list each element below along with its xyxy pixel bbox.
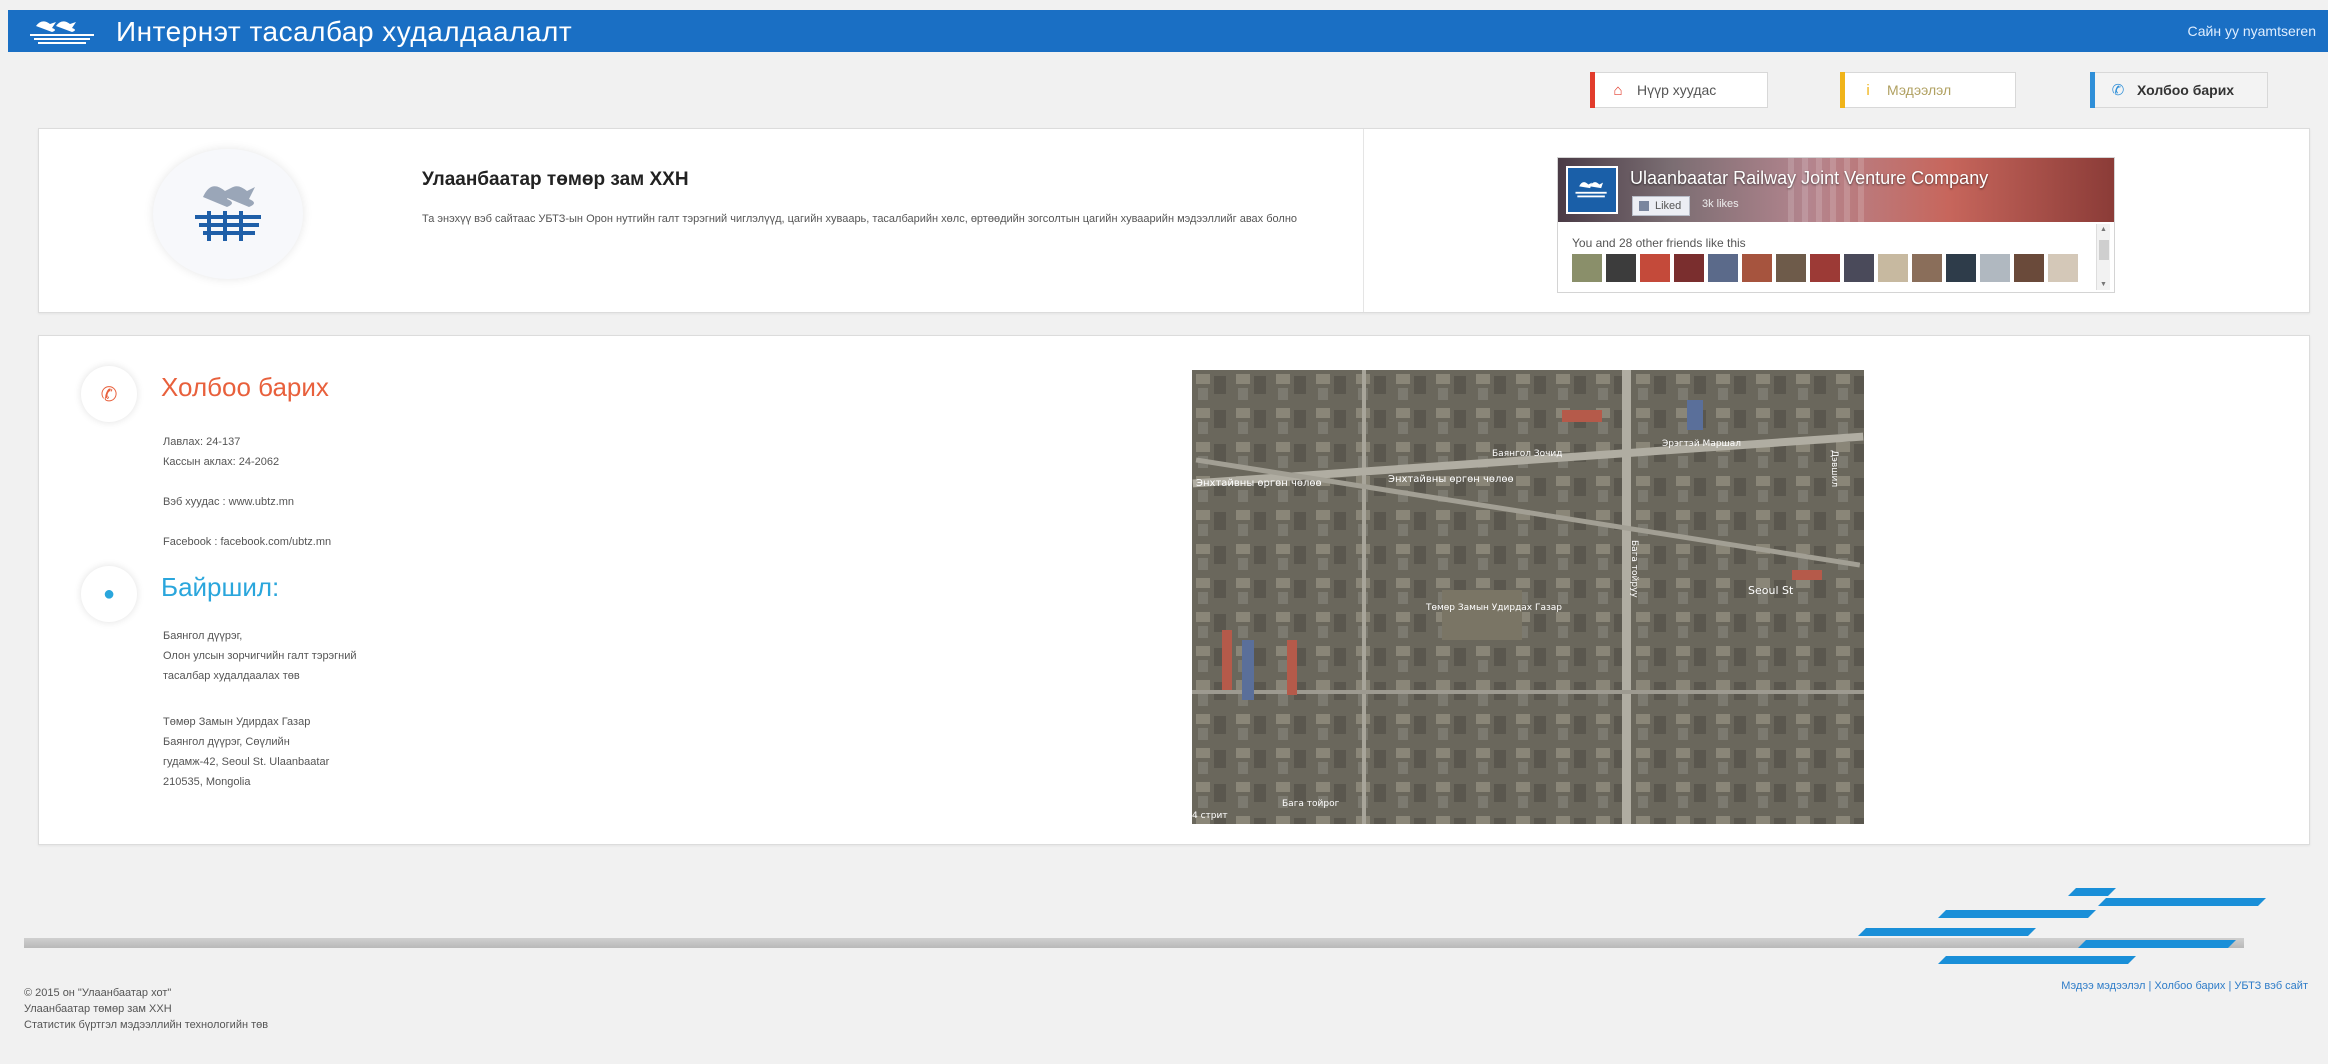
- map-label: Seoul St: [1748, 584, 1794, 597]
- footer-line: Статистик бүртгэл мэдээллийн технологийн…: [24, 1019, 269, 1031]
- contact-phone: Лавлах: 24-137: [163, 436, 241, 448]
- scroll-down-icon[interactable]: ▼: [2100, 281, 2107, 288]
- facebook-friend-avatar[interactable]: [1980, 254, 2010, 282]
- location-line: Олон улсын зорчигчийн галт тэрэгний: [163, 650, 357, 662]
- facebook-scrollbar[interactable]: ▲ ▼: [2096, 224, 2110, 290]
- organization-logo: [153, 149, 303, 279]
- map-label: Дэвшил: [1829, 450, 1839, 487]
- organization-title: Улаанбаатар төмөр зам ХХН: [422, 169, 689, 190]
- nav-info-label: Мэдээлэл: [1887, 82, 1952, 98]
- ubtz-emblem-icon: [195, 186, 261, 241]
- ubtz-small-logo-icon: [1575, 182, 1607, 198]
- location-address-1: Баянгол дүүрэг, Олон улсын зорчигчийн га…: [163, 626, 357, 686]
- facebook-friend-avatars: [1572, 254, 2078, 282]
- map-label: Эрэгтэй Маршал: [1662, 439, 1741, 449]
- contact-section-title: Холбоо барих: [161, 372, 329, 402]
- map-label: Бага тойруу: [1629, 540, 1639, 598]
- home-icon: ⌂: [1613, 81, 1623, 99]
- ubtz-logo-icon[interactable]: [22, 16, 102, 46]
- facebook-friend-avatar[interactable]: [1572, 254, 1602, 282]
- facebook-friend-avatar[interactable]: [2048, 254, 2078, 282]
- location-line: Баянгол дүүрэг, Сөүлийн: [163, 736, 290, 748]
- location-map[interactable]: Энхтайвны өргөн чөлөө Энхтайвны өргөн чө…: [1192, 370, 1864, 824]
- footer-stripes-decoration: [1858, 888, 2266, 964]
- map-label: Энхтайвны өргөн чөлөө: [1388, 474, 1514, 485]
- facebook-page-name[interactable]: Ulaanbaatar Railway Joint Venture Compan…: [1630, 168, 1988, 189]
- nav-home-accent: [1590, 72, 1595, 108]
- location-line: Төмөр Замын Удирдах Газар: [163, 716, 311, 728]
- contact-panel: ✆ Холбоо барих Лавлах: 24-137 Кассын акл…: [38, 335, 2310, 845]
- about-panel: Улаанбаатар төмөр зам ХХН Та энэхүү вэб …: [38, 128, 2310, 313]
- location-section-title: Байршил:: [161, 572, 280, 602]
- facebook-friend-avatar[interactable]: [1708, 254, 1738, 282]
- location-line: 210535, Mongolia: [163, 776, 251, 788]
- contact-facebook[interactable]: Facebook : facebook.com/ubtz.mn: [163, 532, 331, 552]
- facebook-friend-avatar[interactable]: [1640, 254, 1670, 282]
- facebook-liked-button[interactable]: Liked: [1632, 196, 1691, 216]
- nav-contact-accent: [2090, 72, 2095, 108]
- nav-info-button[interactable]: i Мэдээлэл: [1840, 72, 2016, 108]
- user-greeting[interactable]: Сайн уу nyamtseren: [2187, 23, 2316, 39]
- organization-description: Та энэхүү вэб сайтаас УБТЗ-ын Орон нутги…: [422, 213, 1298, 225]
- facebook-friend-avatar[interactable]: [1912, 254, 1942, 282]
- map-label: Төмөр Замын Удирдах Газар: [1425, 603, 1562, 613]
- facebook-friend-avatar[interactable]: [1946, 254, 1976, 282]
- facebook-friends-text: You and 28 other friends like this: [1572, 236, 1746, 250]
- facebook-like-icon: [1639, 201, 1649, 211]
- nav-home-label: Нүүр хуудас: [1637, 82, 1717, 98]
- location-line: гудамж-42, Seoul St. Ulaanbaatar: [163, 756, 330, 768]
- location-address-2: Төмөр Замын Удирдах Газар Баянгол дүүрэг…: [163, 712, 329, 792]
- top-bar: Интернэт тасалбар худалдаалалт Сайн уу n…: [8, 10, 2328, 52]
- footer-links[interactable]: Мэдээ мэдээлэл | Холбоо барих | УБТЗ вэб…: [2061, 980, 2308, 992]
- info-icon: i: [1866, 81, 1870, 99]
- facebook-likes-count: 3k likes: [1702, 198, 1739, 210]
- location-line: Баянгол дүүрэг,: [163, 630, 243, 642]
- nav-contact-label: Холбоо барих: [2137, 82, 2235, 98]
- app-title: Интернэт тасалбар худалдаалалт: [116, 16, 573, 47]
- nav-info-accent: [1840, 72, 1845, 108]
- map-label: Бага тойрог: [1282, 799, 1340, 809]
- facebook-friend-avatar[interactable]: [1878, 254, 1908, 282]
- map-label: 4 стрит: [1192, 811, 1228, 821]
- phone-icon: ✆: [81, 366, 137, 422]
- facebook-friend-avatar[interactable]: [1606, 254, 1636, 282]
- footer-copyright: © 2015 он "Улаанбаатар хот" Улаанбаатар …: [24, 985, 268, 1033]
- contact-cashier: Кассын аклах: 24-2062: [163, 456, 280, 468]
- map-label: Энхтайвны өргөн чөлөө: [1196, 478, 1322, 489]
- facebook-like-box[interactable]: Ulaanbaatar Railway Joint Venture Compan…: [1557, 157, 2115, 293]
- facebook-friend-avatar[interactable]: [1742, 254, 1772, 282]
- phone-icon: ✆: [2111, 82, 2125, 99]
- map-label: Баянгол Зочид: [1492, 449, 1563, 459]
- facebook-friend-avatar[interactable]: [1776, 254, 1806, 282]
- facebook-page-thumbnail[interactable]: [1566, 166, 1618, 214]
- contact-website[interactable]: Вэб хуудас : www.ubtz.mn: [163, 492, 294, 512]
- location-pin-icon: ●: [81, 566, 137, 622]
- satellite-map-image: Энхтайвны өргөн чөлөө Энхтайвны өргөн чө…: [1192, 370, 1864, 824]
- facebook-friend-avatar[interactable]: [1844, 254, 1874, 282]
- facebook-liked-label: Liked: [1655, 200, 1682, 212]
- facebook-friend-avatar[interactable]: [1810, 254, 1840, 282]
- location-line: тасалбар худалдаалах төв: [163, 670, 300, 682]
- footer-line: Улаанбаатар төмөр зам ХХН: [24, 1003, 172, 1015]
- scroll-up-icon[interactable]: ▲: [2100, 226, 2107, 233]
- facebook-friend-avatar[interactable]: [2014, 254, 2044, 282]
- scroll-thumb[interactable]: [2099, 240, 2109, 260]
- panel-divider: [1363, 129, 1364, 312]
- nav-home-button[interactable]: ⌂ Нүүр хуудас: [1590, 72, 1768, 108]
- facebook-friend-avatar[interactable]: [1674, 254, 1704, 282]
- nav-contact-button[interactable]: ✆ Холбоо барих: [2090, 72, 2268, 108]
- footer-line: © 2015 он "Улаанбаатар хот": [24, 987, 172, 999]
